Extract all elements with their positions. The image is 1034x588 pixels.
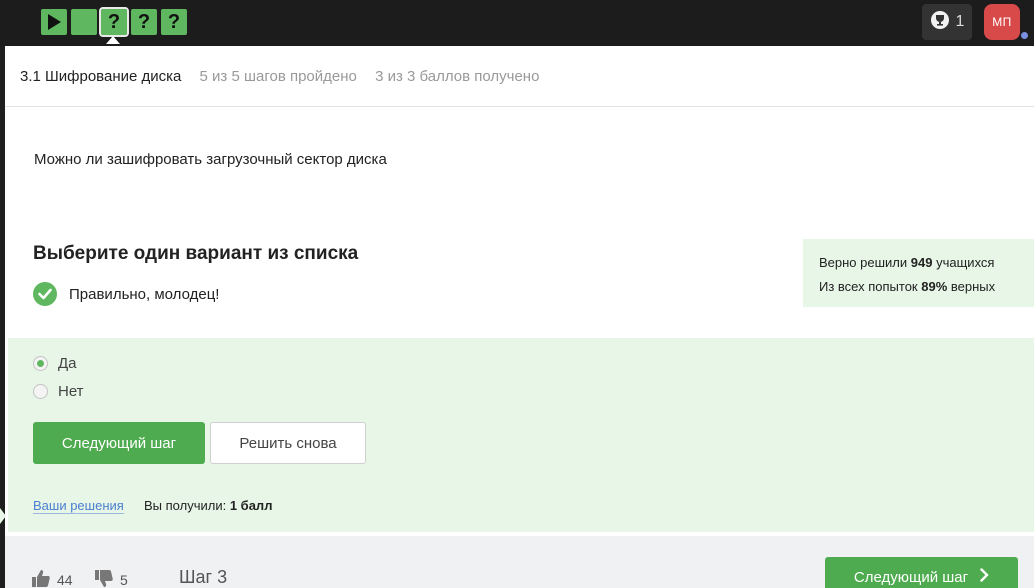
avatar[interactable]: МП	[984, 4, 1020, 40]
option-yes[interactable]: Да	[33, 355, 77, 372]
dislike-button[interactable]: 5	[94, 569, 128, 588]
feedback-text: Правильно, молодец!	[69, 285, 220, 303]
current-step-pointer	[106, 36, 120, 44]
step-panel: 3.1 Шифрование диска 5 из 5 шагов пройде…	[5, 46, 1034, 588]
footer-next-step-button[interactable]: Следующий шаг	[825, 557, 1018, 588]
step-navigation: ? ? ?	[41, 7, 187, 37]
like-button[interactable]: 44	[31, 569, 73, 588]
likes-count: 44	[57, 572, 73, 588]
option-no[interactable]: Нет	[33, 383, 84, 400]
points-progress: 3 из 3 баллов получено	[375, 68, 540, 85]
radio-button[interactable]	[33, 384, 48, 399]
solved-stat: Верно решили 949 учащихся	[819, 255, 995, 270]
chevron-right-icon	[980, 568, 989, 586]
result-text: Вы получили: 1 балл	[144, 498, 273, 513]
side-toggle-arrow[interactable]	[0, 508, 6, 524]
radio-button[interactable]	[33, 356, 48, 371]
solved-count: 949	[910, 255, 933, 270]
steps-progress: 5 из 5 шагов пройдено	[199, 68, 357, 85]
step-number: Шаг 3	[179, 567, 228, 587]
step-footer: 44 5 Шаг 3 Следующий шаг	[5, 536, 1034, 588]
attempts-percent: 89%	[921, 279, 948, 294]
option-label: Нет	[58, 383, 84, 400]
text-step-icon[interactable]	[71, 9, 97, 35]
radio-selected-dot	[37, 360, 44, 367]
award-count: 1	[955, 13, 965, 30]
play-icon[interactable]	[41, 9, 67, 35]
dislikes-count: 5	[120, 572, 128, 588]
solutions-link[interactable]: Ваши решения	[33, 498, 124, 514]
solve-stats: Верно решили 949 учащихся Из всех попыто…	[803, 239, 1034, 307]
top-bar: ? ? ? 1 МП	[0, 0, 1034, 46]
trophy-icon	[930, 10, 950, 35]
next-step-button[interactable]: Следующий шаг	[33, 422, 205, 464]
result-value: 1 балл	[229, 498, 273, 513]
lesson-title[interactable]: 3.1 Шифрование диска	[20, 68, 181, 85]
thumbs-down-icon	[94, 569, 114, 588]
lesson-header: 3.1 Шифрование диска 5 из 5 шагов пройде…	[20, 68, 539, 85]
attempts-stat: Из всех попыток 89% верных	[819, 279, 996, 294]
answer-area: Да Нет Следующий шаг Решить снова Ваши р…	[8, 338, 1034, 532]
award-button[interactable]: 1	[922, 4, 972, 40]
option-label: Да	[58, 355, 77, 372]
question-icon[interactable]: ?	[161, 9, 187, 35]
question-icon[interactable]: ?	[131, 9, 157, 35]
question-text: Можно ли зашифровать загрузочный сектор …	[34, 151, 387, 168]
quiz-title: Выберите один вариант из списка	[33, 243, 359, 264]
feedback-row: Правильно, молодец!	[33, 282, 219, 306]
question-icon[interactable]: ?	[99, 7, 129, 37]
divider	[5, 106, 1034, 107]
notification-dot	[1020, 31, 1029, 40]
retry-button[interactable]: Решить снова	[210, 422, 366, 464]
thumbs-up-icon	[31, 569, 51, 588]
check-icon	[33, 282, 57, 306]
